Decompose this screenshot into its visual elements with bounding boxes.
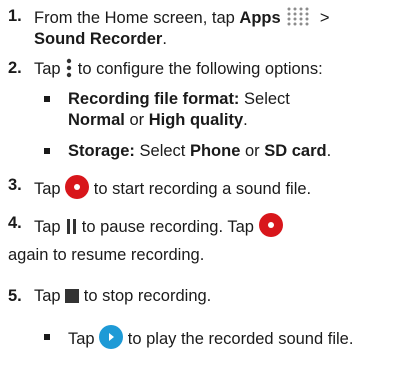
sound-recorder-label: Sound Recorder [34, 30, 163, 48]
step-number: 3. [8, 176, 22, 194]
stop-icon [65, 289, 80, 303]
step-text: Tap to pause recording. Tap again to res… [8, 213, 385, 269]
step-text: Tap to start recording a sound file. [34, 175, 385, 200]
apps-grid-icon [285, 6, 315, 26]
step-1: 1. From the Home screen, tap Apps > Soun… [8, 6, 385, 50]
instructions: 1. From the Home screen, tap Apps > Soun… [0, 0, 393, 377]
step-text: Tap to stop recording. [34, 287, 212, 305]
step-number: 2. [8, 59, 22, 77]
step-4: 4. Tap to pause recording. Tap again to … [8, 213, 385, 269]
bullet [44, 148, 50, 154]
step-text: From the Home screen, tap Apps > Sound R… [34, 6, 385, 50]
step-5: 5. Tap to stop recording. [8, 286, 385, 307]
bullet [44, 96, 50, 102]
option-recording-format: Recording file format: Select Normal or … [44, 89, 385, 131]
record-icon [65, 175, 90, 199]
step-number: 4. [8, 214, 22, 232]
step-text: Tap to configure the following options: [34, 58, 323, 78]
play-icon [99, 325, 124, 349]
step-number: 1. [8, 7, 22, 25]
pause-icon [65, 219, 77, 234]
step-number: 5. [8, 287, 22, 305]
record-icon [258, 213, 283, 237]
step-2: 2. Tap to configure the following option… [8, 58, 385, 80]
apps-label: Apps [239, 9, 281, 27]
step-3: 3. Tap to start recording a sound file. [8, 175, 385, 200]
option-storage: Storage: Select Phone or SD card. [44, 141, 385, 162]
play-note: Tap to play the recorded sound file. [44, 325, 385, 352]
more-options-icon [65, 58, 73, 78]
bullet [44, 334, 50, 340]
